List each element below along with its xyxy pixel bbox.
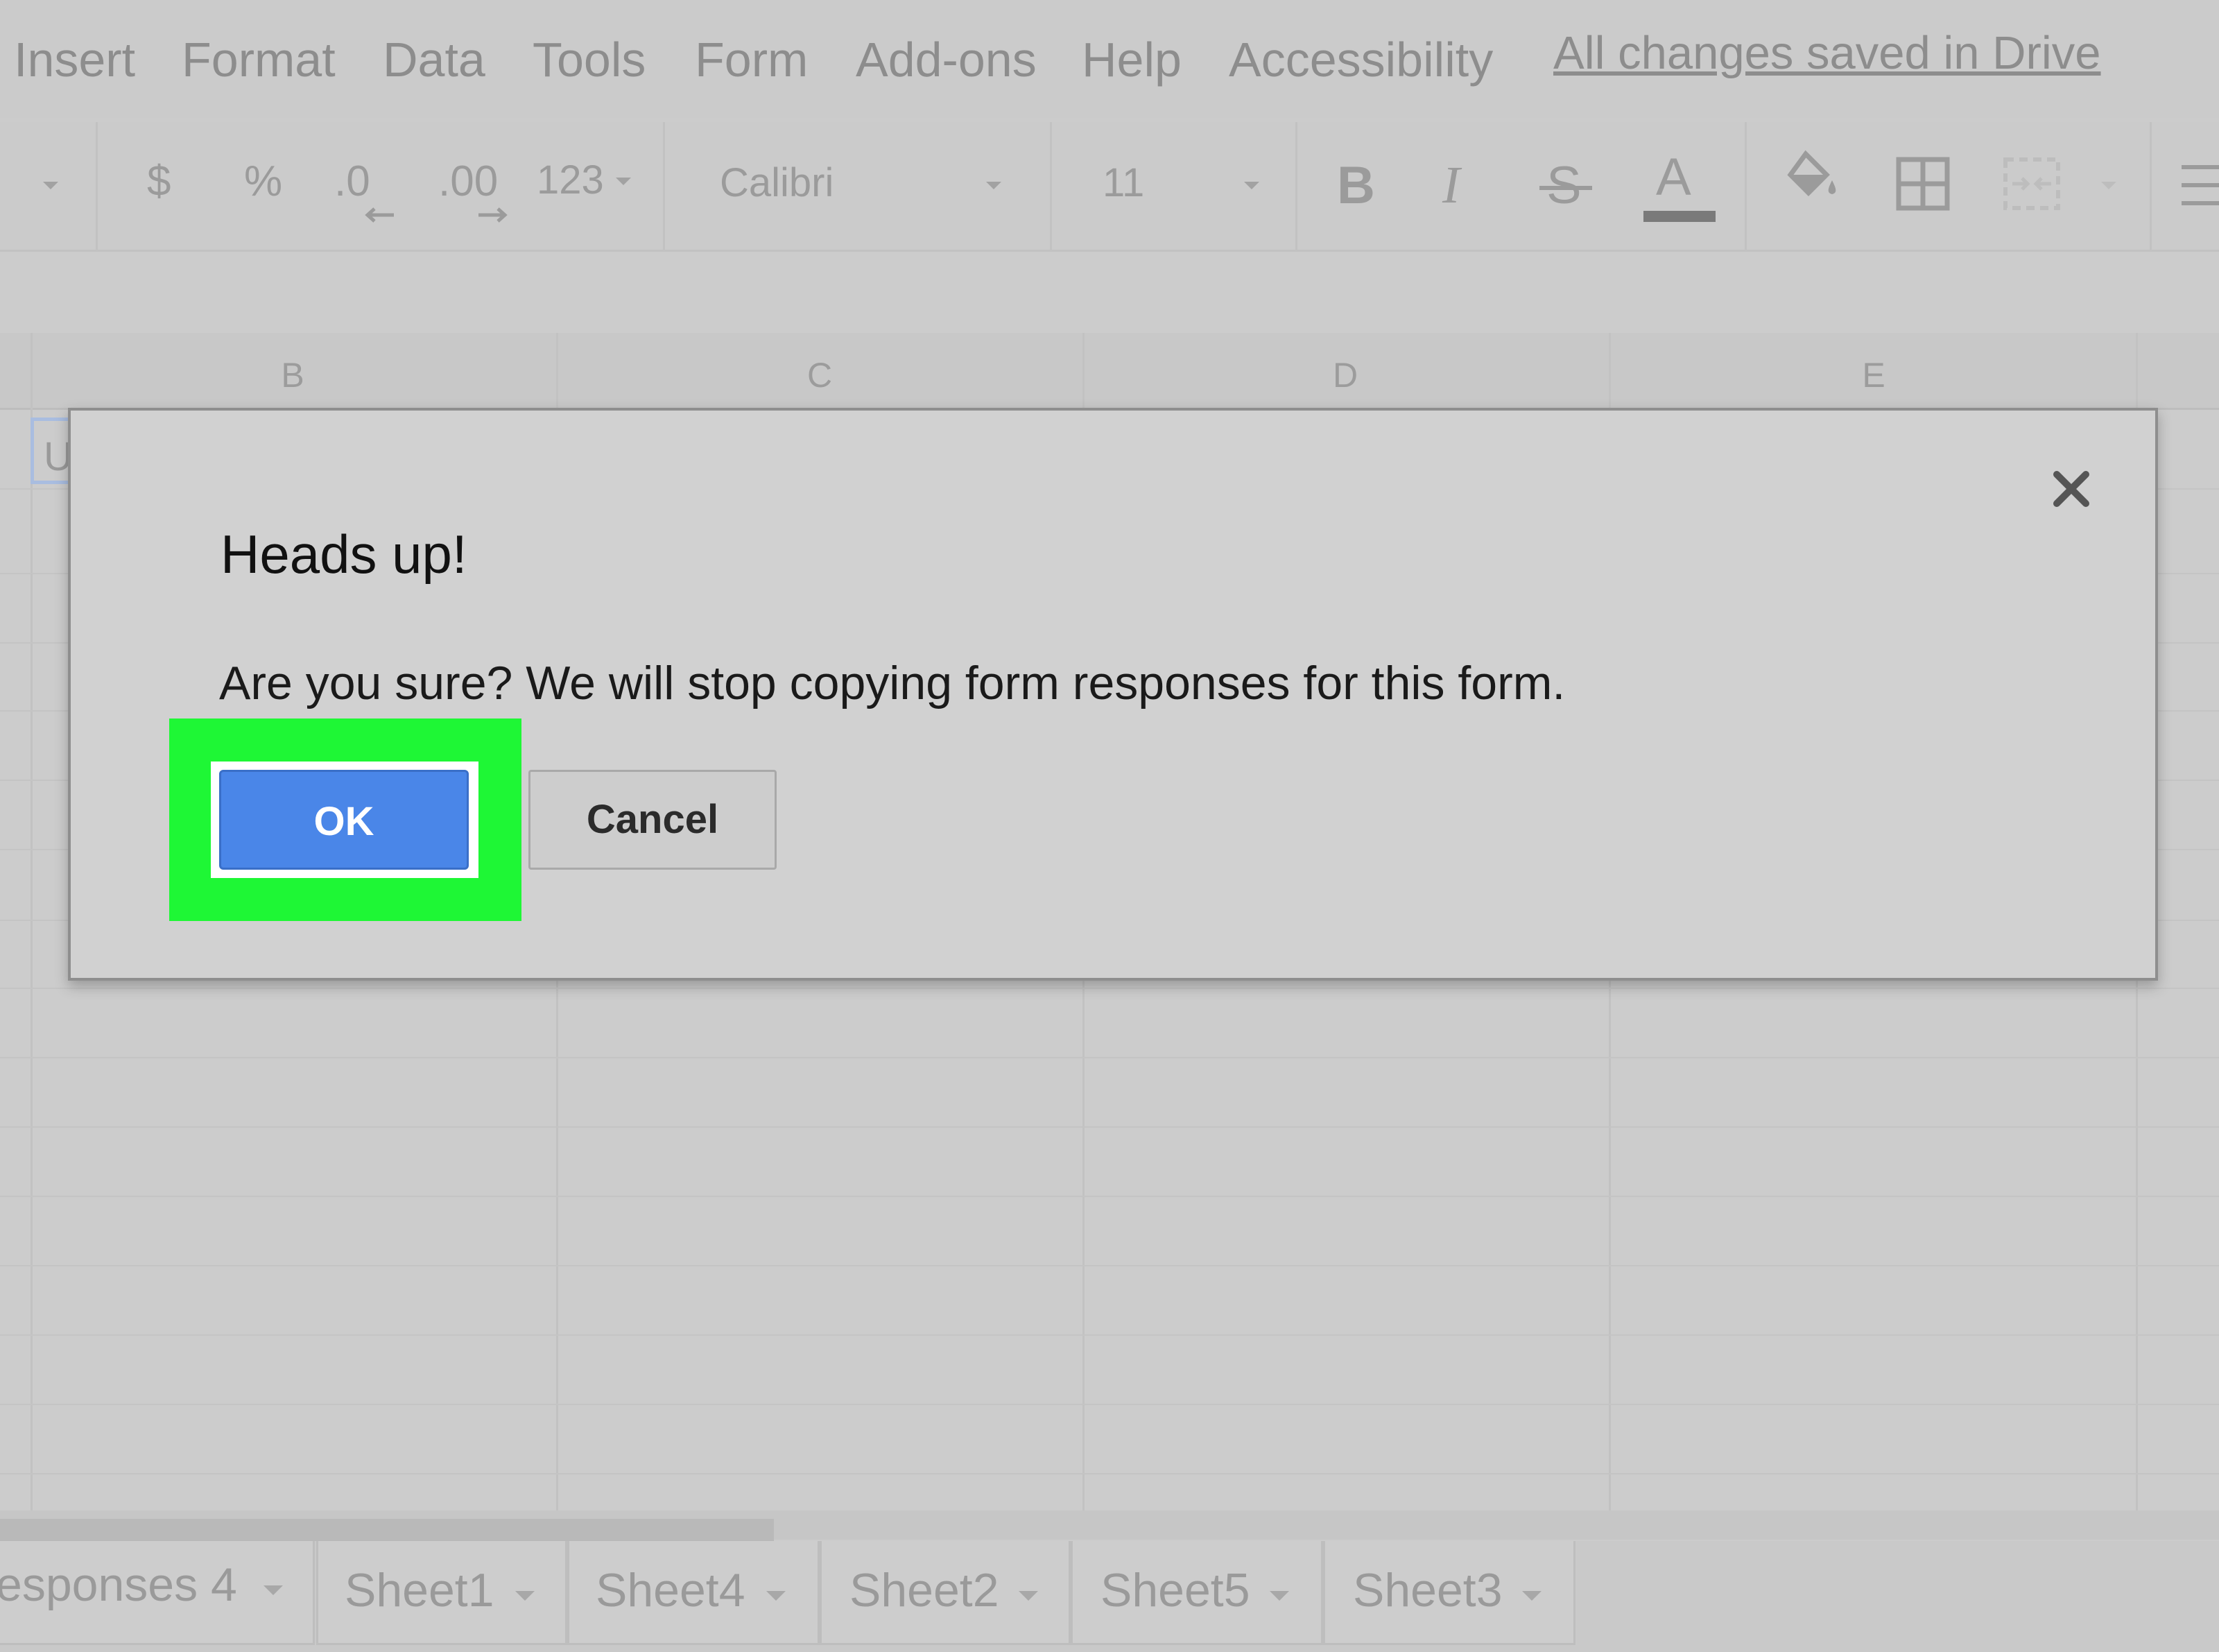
sheet-tab-label: Sheet3 bbox=[1353, 1564, 1503, 1617]
row-divider bbox=[0, 1126, 2219, 1128]
percent-format-button[interactable]: % bbox=[244, 157, 282, 206]
font-family-caret-icon bbox=[986, 182, 1001, 189]
more-formats-button[interactable]: 123 bbox=[537, 157, 604, 203]
sheet-menu-caret-icon[interactable] bbox=[766, 1591, 786, 1601]
merge-caret-icon bbox=[2101, 182, 2116, 189]
decrease-decimal-label: .0 bbox=[334, 157, 370, 205]
toolbar-divider bbox=[663, 122, 665, 250]
dialog-message: Are you sure? We will stop copying form … bbox=[219, 657, 1566, 709]
sheet-tab-label: Sheet5 bbox=[1100, 1564, 1250, 1617]
column-header-c[interactable]: C bbox=[785, 355, 854, 395]
sheet-tab-label: esponses 4 bbox=[0, 1558, 237, 1611]
toolbar-divider bbox=[1745, 122, 1747, 250]
increase-decimal-button[interactable]: .00 bbox=[438, 157, 508, 233]
merge-cells-icon[interactable] bbox=[2003, 157, 2061, 211]
sheet-tab-responses-4[interactable]: esponses 4 bbox=[0, 1541, 315, 1645]
confirm-dialog: Heads up! Are you sure? We will stop cop… bbox=[68, 408, 2158, 981]
row-divider bbox=[0, 988, 2219, 989]
sheet-menu-caret-icon[interactable] bbox=[1270, 1591, 1289, 1601]
dialog-title: Heads up! bbox=[221, 524, 467, 585]
sheet-tab-sheet1[interactable]: Sheet1 bbox=[316, 1541, 567, 1645]
arrow-right-icon bbox=[478, 207, 508, 223]
row-divider bbox=[0, 1404, 2219, 1405]
bold-button[interactable]: B bbox=[1337, 155, 1375, 216]
sheet-menu-caret-icon[interactable] bbox=[1522, 1591, 1542, 1601]
borders-icon[interactable] bbox=[1896, 157, 1950, 211]
italic-button[interactable]: I bbox=[1442, 155, 1460, 216]
sheet-menu-caret-icon[interactable] bbox=[1019, 1591, 1038, 1601]
row-divider bbox=[0, 1265, 2219, 1266]
font-size-select[interactable]: 11 bbox=[1103, 160, 1144, 206]
toolbar: $ % .0 .00 123 Calibri 11 B I S A bbox=[0, 122, 2219, 250]
menu-add-ons[interactable]: Add-ons bbox=[856, 32, 1037, 87]
zoom-dropdown-caret-icon[interactable] bbox=[43, 182, 58, 189]
font-family-select[interactable]: Calibri bbox=[720, 160, 834, 206]
menu-form[interactable]: Form bbox=[695, 32, 808, 87]
toolbar-divider bbox=[1050, 122, 1052, 250]
ok-button[interactable]: OK bbox=[219, 770, 469, 870]
menu-data[interactable]: Data bbox=[383, 32, 485, 87]
menu-help[interactable]: Help bbox=[1082, 32, 1182, 87]
sheet-menu-caret-icon[interactable] bbox=[515, 1591, 535, 1601]
sheet-tab-sheet4[interactable]: Sheet4 bbox=[567, 1541, 820, 1645]
decrease-decimal-button[interactable]: .0 bbox=[334, 157, 394, 233]
sheet-tab-label: Sheet1 bbox=[345, 1564, 494, 1617]
align-icon[interactable] bbox=[2177, 160, 2219, 211]
save-status-link[interactable]: All changes saved in Drive bbox=[1553, 26, 2101, 80]
row-divider bbox=[0, 1473, 2219, 1474]
toolbar-bottom-border bbox=[0, 250, 2219, 252]
menu-bar: Insert Format Data Tools Form Add-ons He… bbox=[0, 0, 2219, 118]
row-divider bbox=[0, 1057, 2219, 1058]
sheet-menu-caret-icon[interactable] bbox=[264, 1585, 283, 1595]
toolbar-divider bbox=[1295, 122, 1297, 250]
sheet-tab-label: Sheet2 bbox=[849, 1564, 999, 1617]
toolbar-divider bbox=[2150, 122, 2152, 250]
column-header-b[interactable]: B bbox=[258, 355, 327, 395]
increase-decimal-label: .00 bbox=[438, 157, 499, 205]
menu-tools[interactable]: Tools bbox=[533, 32, 646, 87]
font-size-caret-icon bbox=[1244, 182, 1259, 189]
column-header-d[interactable]: D bbox=[1311, 355, 1380, 395]
sheet-tab-bar: esponses 4 Sheet1 Sheet4 Sheet2 Sheet5 S… bbox=[0, 1541, 2219, 1652]
menu-accessibility[interactable]: Accessibility bbox=[1229, 32, 1493, 87]
menu-format[interactable]: Format bbox=[182, 32, 336, 87]
more-formats-caret-icon bbox=[616, 178, 631, 185]
close-icon[interactable] bbox=[2040, 458, 2103, 520]
sheet-tab-sheet3[interactable]: Sheet3 bbox=[1323, 1541, 1575, 1645]
strike-line bbox=[1539, 186, 1592, 190]
fill-color-icon[interactable] bbox=[1785, 150, 1840, 205]
sheet-tab-sheet5[interactable]: Sheet5 bbox=[1071, 1541, 1323, 1645]
row-divider bbox=[0, 1334, 2219, 1336]
strikethrough-button[interactable]: S bbox=[1539, 153, 1602, 222]
text-color-swatch bbox=[1643, 211, 1716, 222]
sheet-tab-label: Sheet4 bbox=[596, 1564, 745, 1617]
horizontal-scrollbar-thumb[interactable] bbox=[0, 1519, 774, 1541]
sheet-tab-sheet2[interactable]: Sheet2 bbox=[820, 1541, 1071, 1645]
column-header-e[interactable]: E bbox=[1839, 355, 1908, 395]
cancel-button[interactable]: Cancel bbox=[528, 770, 777, 870]
menu-insert[interactable]: Insert bbox=[14, 32, 135, 87]
toolbar-divider bbox=[96, 122, 98, 250]
text-color-button[interactable]: A bbox=[1639, 147, 1716, 223]
arrow-left-icon bbox=[365, 207, 394, 223]
row-divider bbox=[0, 1196, 2219, 1197]
currency-format-button[interactable]: $ bbox=[147, 157, 171, 206]
text-color-label: A bbox=[1656, 148, 1691, 207]
